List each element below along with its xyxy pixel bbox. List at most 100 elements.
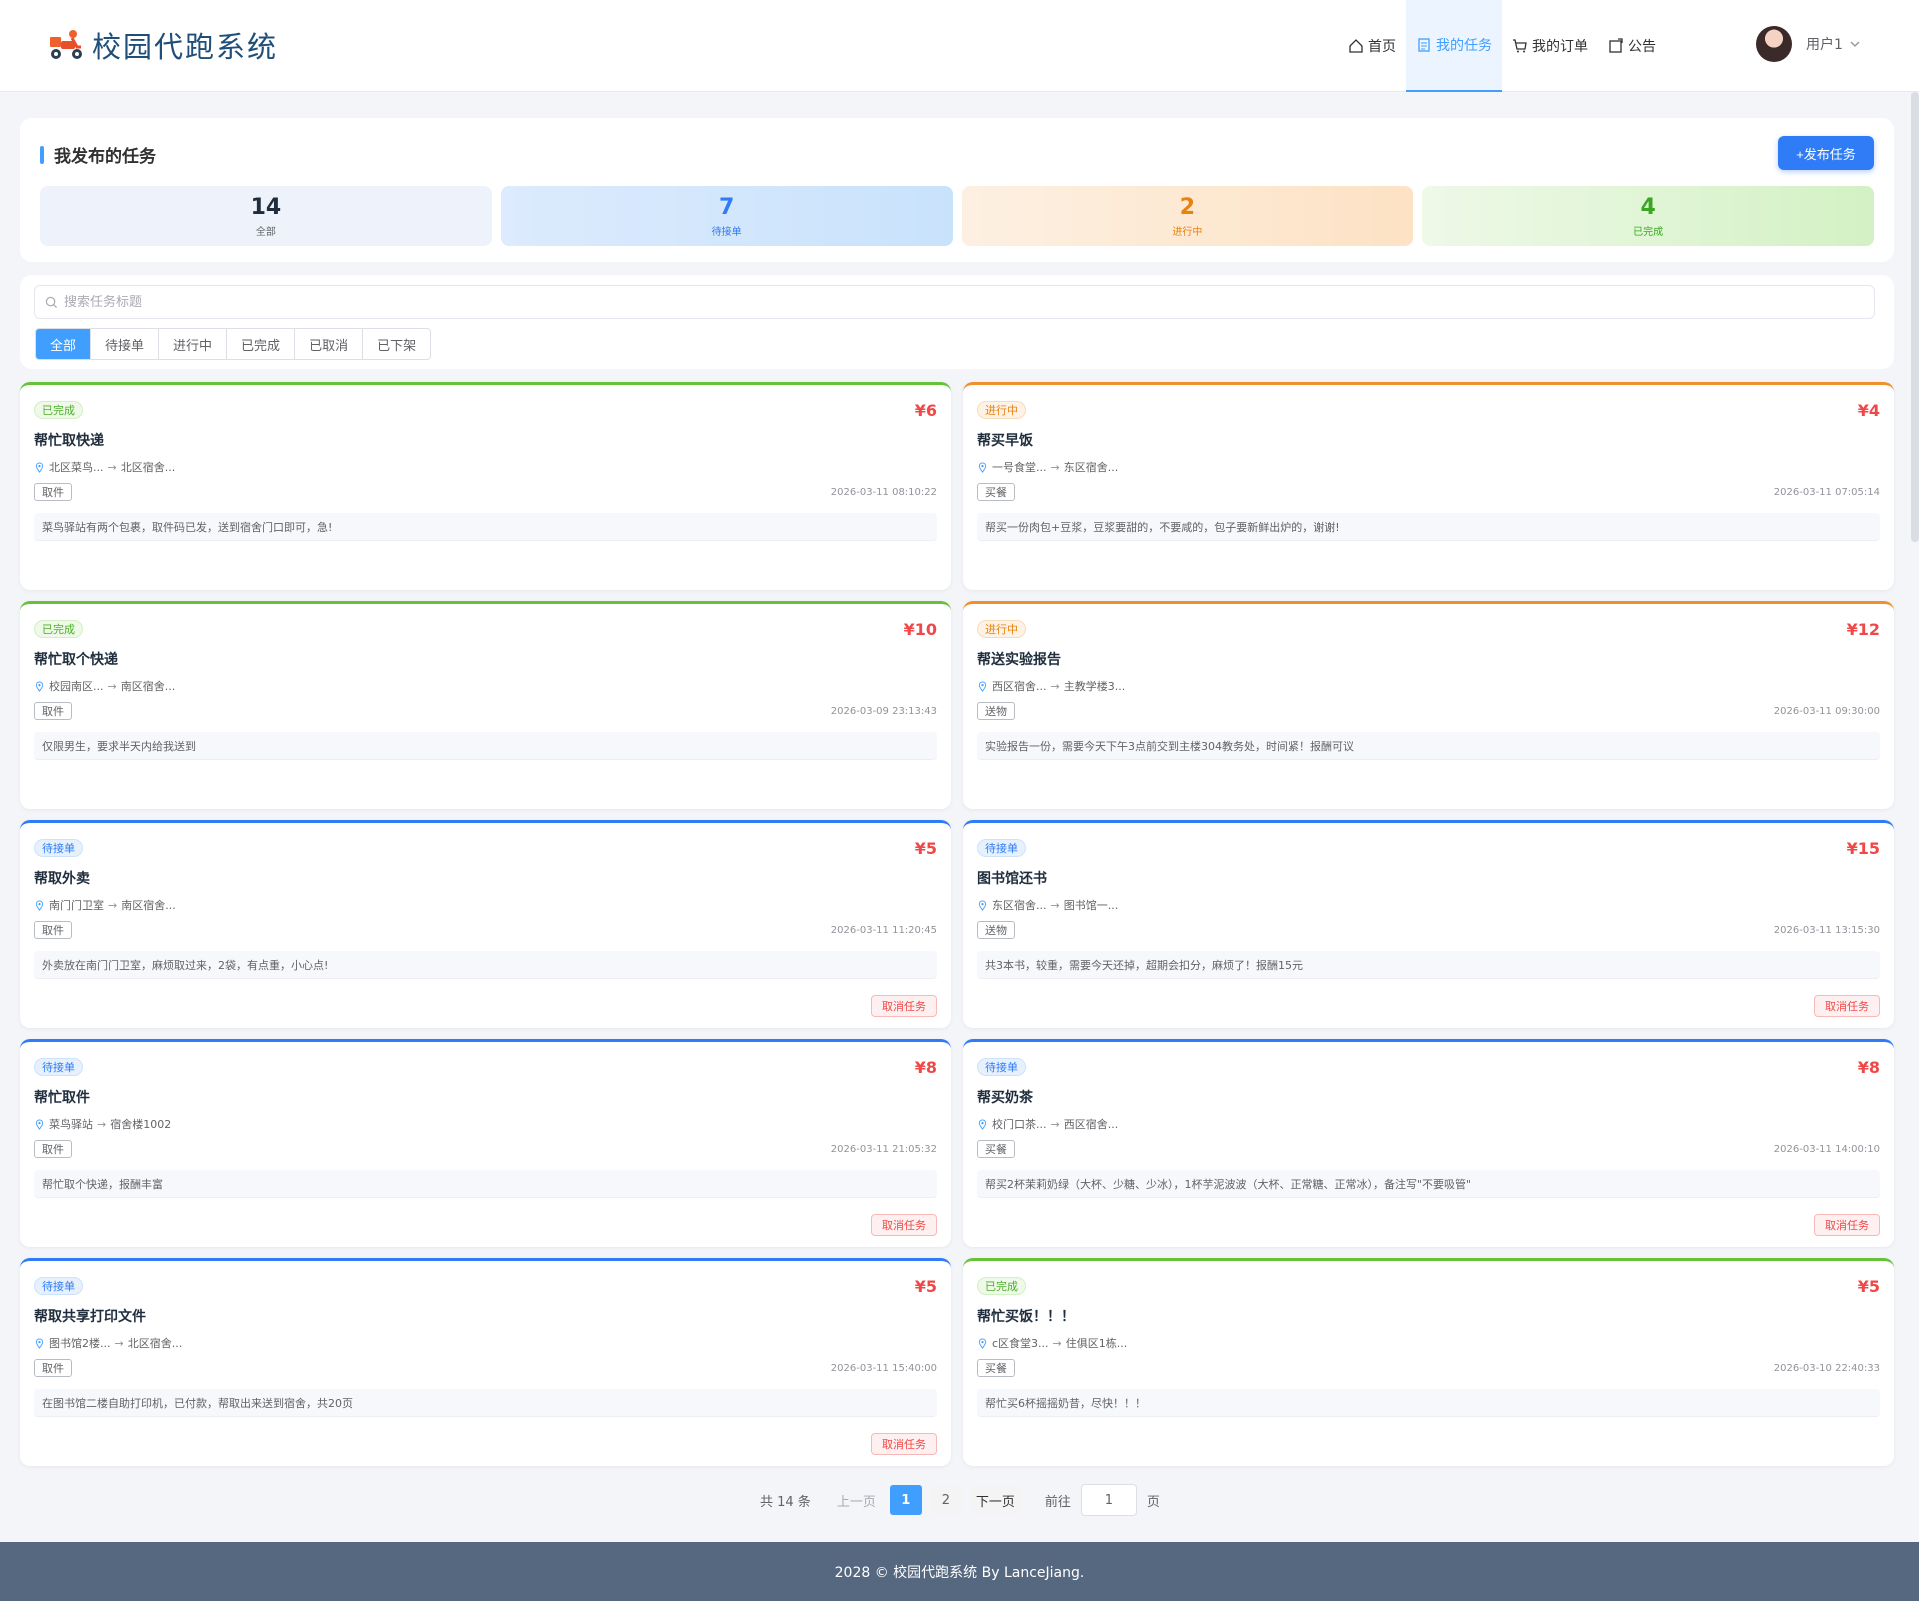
delivery-scooter-icon bbox=[50, 30, 82, 59]
route-arrow: → bbox=[97, 1117, 107, 1131]
user-menu[interactable]: 用户1 bbox=[1756, 26, 1861, 62]
cancel-task-button[interactable]: 取消任务 bbox=[1814, 1214, 1880, 1236]
app-title: 校园代跑系统 bbox=[92, 30, 279, 64]
location-pin-icon bbox=[35, 681, 44, 692]
stat-all[interactable]: 14 全部 bbox=[40, 186, 492, 246]
task-card[interactable]: 进行中 ¥4 帮买早饭 一号食堂... → 东区宿舍... 买餐 2026-03… bbox=[963, 382, 1894, 590]
title-accent-bar bbox=[40, 145, 44, 164]
route-from: 北区菜鸟... bbox=[49, 461, 104, 474]
avatar[interactable] bbox=[1756, 26, 1792, 62]
task-description: 实验报告一份，需要今天下午3点前交到主楼304教务处，时间紧！报酬可议 bbox=[977, 732, 1880, 760]
task-route: 东区宿舍... → 图书馆一... bbox=[977, 897, 1118, 913]
page-button-1[interactable]: 1 bbox=[889, 1485, 922, 1515]
app-logo[interactable]: 校园代跑系统 bbox=[46, 24, 278, 66]
stat-in-progress-count: 2 bbox=[1179, 194, 1196, 220]
footer-text: 2028 © 校园代跑系统 By LanceJiang. bbox=[834, 1564, 1085, 1581]
location-pin-icon bbox=[978, 462, 987, 473]
page-footer: 2028 © 校园代跑系统 By LanceJiang. bbox=[0, 1542, 1919, 1601]
task-card[interactable]: 待接单 ¥5 帮取外卖 南门门卫室 → 南区宿舍... 取件 2026-03-1… bbox=[20, 820, 951, 1028]
location-pin-icon bbox=[35, 1338, 44, 1349]
task-price: ¥15 bbox=[1846, 839, 1880, 858]
tab-cancelled[interactable]: 已取消 bbox=[295, 329, 364, 359]
route-from: 东区宿舍... bbox=[992, 899, 1047, 912]
page-jump-input[interactable] bbox=[1080, 1484, 1137, 1516]
cancel-task-button[interactable]: 取消任务 bbox=[1814, 995, 1880, 1017]
task-route: c区食堂3... → 住俱区1栋... bbox=[977, 1335, 1127, 1351]
page-button-2[interactable]: 2 bbox=[929, 1485, 962, 1515]
task-card[interactable]: 已完成 ¥10 帮忙取个快递 校园南区... → 南区宿舍... 取件 2026… bbox=[20, 601, 951, 809]
status-badge: 待接单 bbox=[34, 1277, 83, 1295]
task-card[interactable]: 进行中 ¥12 帮送实验报告 西区宿舍... → 主教学楼3... 送物 202… bbox=[963, 601, 1894, 809]
search-input[interactable] bbox=[64, 294, 1764, 310]
route-arrow: → bbox=[1050, 460, 1060, 474]
next-page-button[interactable]: 下一页 bbox=[969, 1485, 1021, 1515]
task-price: ¥5 bbox=[1857, 1277, 1880, 1296]
cancel-task-button[interactable]: 取消任务 bbox=[871, 1433, 937, 1455]
page-suffix-label: 页 bbox=[1146, 1494, 1160, 1510]
route-arrow: → bbox=[1052, 1336, 1062, 1350]
task-title: 帮买早饭 bbox=[977, 433, 1033, 449]
nav-announcement-label: 公告 bbox=[1628, 39, 1656, 55]
route-from: 校园南区... bbox=[49, 680, 104, 693]
nav-my-tasks-label: 我的任务 bbox=[1436, 38, 1492, 54]
route-arrow: → bbox=[1050, 1117, 1060, 1131]
tab-offline[interactable]: 已下架 bbox=[363, 329, 431, 359]
task-time: 2026-03-11 14:00:10 bbox=[1773, 1144, 1880, 1155]
nav-my-tasks[interactable]: 我的任务 bbox=[1406, 0, 1502, 92]
search-icon bbox=[45, 296, 58, 308]
task-time: 2026-03-11 15:40:00 bbox=[830, 1363, 937, 1374]
task-card[interactable]: 待接单 ¥15 图书馆还书 东区宿舍... → 图书馆一... 送物 2026-… bbox=[963, 820, 1894, 1028]
status-badge: 待接单 bbox=[977, 839, 1026, 857]
goto-label: 前往 bbox=[1044, 1494, 1071, 1510]
cancel-task-button[interactable]: 取消任务 bbox=[871, 1214, 937, 1236]
nav-announcement[interactable]: 公告 bbox=[1598, 0, 1666, 92]
route-arrow: → bbox=[107, 679, 117, 693]
nav-my-orders[interactable]: 我的订单 bbox=[1502, 0, 1598, 92]
page-scrollbar[interactable] bbox=[1911, 92, 1919, 542]
route-arrow: → bbox=[114, 1336, 124, 1350]
task-price: ¥8 bbox=[1857, 1058, 1880, 1077]
task-stats: 14 全部 7 待接单 2 进行中 4 已完成 bbox=[40, 186, 1874, 246]
task-description: 帮买一份肉包+豆浆，豆浆要甜的，不要咸的，包子要新鲜出炉的，谢谢! bbox=[977, 513, 1880, 541]
task-title: 帮取外卖 bbox=[34, 871, 90, 887]
task-card[interactable]: 待接单 ¥5 帮取共享打印文件 图书馆2楼... → 北区宿舍... 取件 20… bbox=[20, 1258, 951, 1466]
search-box[interactable] bbox=[34, 285, 1875, 319]
task-card-grid: 已完成 ¥6 帮忙取快递 北区菜鸟... → 北区宿舍... 取件 2026-0… bbox=[20, 382, 1894, 1466]
task-card[interactable]: 待接单 ¥8 帮买奶茶 校门口茶... → 西区宿舍... 买餐 2026-03… bbox=[963, 1039, 1894, 1247]
stat-completed[interactable]: 4 已完成 bbox=[1422, 186, 1874, 246]
task-type-tag: 取件 bbox=[34, 702, 72, 720]
route-to: 北区宿舍... bbox=[127, 1337, 183, 1350]
location-pin-icon bbox=[978, 900, 987, 911]
publish-task-button[interactable]: +发布任务 bbox=[1778, 136, 1874, 170]
nav-home[interactable]: 首页 bbox=[1338, 0, 1406, 92]
section-title-text: 我发布的任务 bbox=[54, 147, 156, 167]
task-type-tag: 送物 bbox=[977, 921, 1015, 939]
tab-in-progress[interactable]: 进行中 bbox=[159, 329, 228, 359]
task-description: 菜鸟驿站有两个包裹，取件码已发，送到宿舍门口即可，急! bbox=[34, 513, 937, 541]
stat-pending[interactable]: 7 待接单 bbox=[500, 186, 953, 246]
route-arrow: → bbox=[108, 898, 118, 912]
status-badge: 待接单 bbox=[34, 839, 83, 857]
route-from: 西区宿舍... bbox=[992, 680, 1047, 693]
stat-all-count: 14 bbox=[250, 194, 282, 220]
task-description: 帮买2杯茉莉奶绿（大杯、少糖、少冰），1杯芋泥波波（大杯、正常糖、正常冰），备注… bbox=[977, 1170, 1880, 1198]
task-type-tag: 买餐 bbox=[977, 483, 1015, 501]
stat-in-progress[interactable]: 2 进行中 bbox=[961, 186, 1414, 246]
prev-page-button[interactable]: 上一页 bbox=[831, 1485, 882, 1515]
tab-completed[interactable]: 已完成 bbox=[227, 329, 296, 359]
task-route: 一号食堂... → 东区宿舍... bbox=[977, 459, 1118, 475]
cancel-task-button[interactable]: 取消任务 bbox=[871, 995, 937, 1017]
task-card[interactable]: 待接单 ¥8 帮忙取件 菜鸟驿站 → 宿舍楼1002 取件 2026-03-11… bbox=[20, 1039, 951, 1247]
tab-all[interactable]: 全部 bbox=[36, 329, 92, 359]
route-to: 住俱区1栋... bbox=[1065, 1337, 1128, 1350]
task-title: 帮买奶茶 bbox=[977, 1090, 1033, 1106]
route-from: 菜鸟驿站 bbox=[49, 1118, 93, 1131]
pagination: 共 14 条 上一页 1 2 下一页 前往 页 bbox=[760, 1483, 1160, 1517]
task-card[interactable]: 已完成 ¥6 帮忙取快递 北区菜鸟... → 北区宿舍... 取件 2026-0… bbox=[20, 382, 951, 590]
tab-pending[interactable]: 待接单 bbox=[91, 329, 160, 359]
route-to: 东区宿舍... bbox=[1063, 461, 1119, 474]
task-time: 2026-03-11 09:30:00 bbox=[1773, 706, 1880, 717]
task-type-tag: 买餐 bbox=[977, 1359, 1015, 1377]
task-card[interactable]: 已完成 ¥5 帮忙买饭！！！ c区食堂3... → 住俱区1栋... 买餐 20… bbox=[963, 1258, 1894, 1466]
task-type-tag: 取件 bbox=[34, 483, 72, 501]
